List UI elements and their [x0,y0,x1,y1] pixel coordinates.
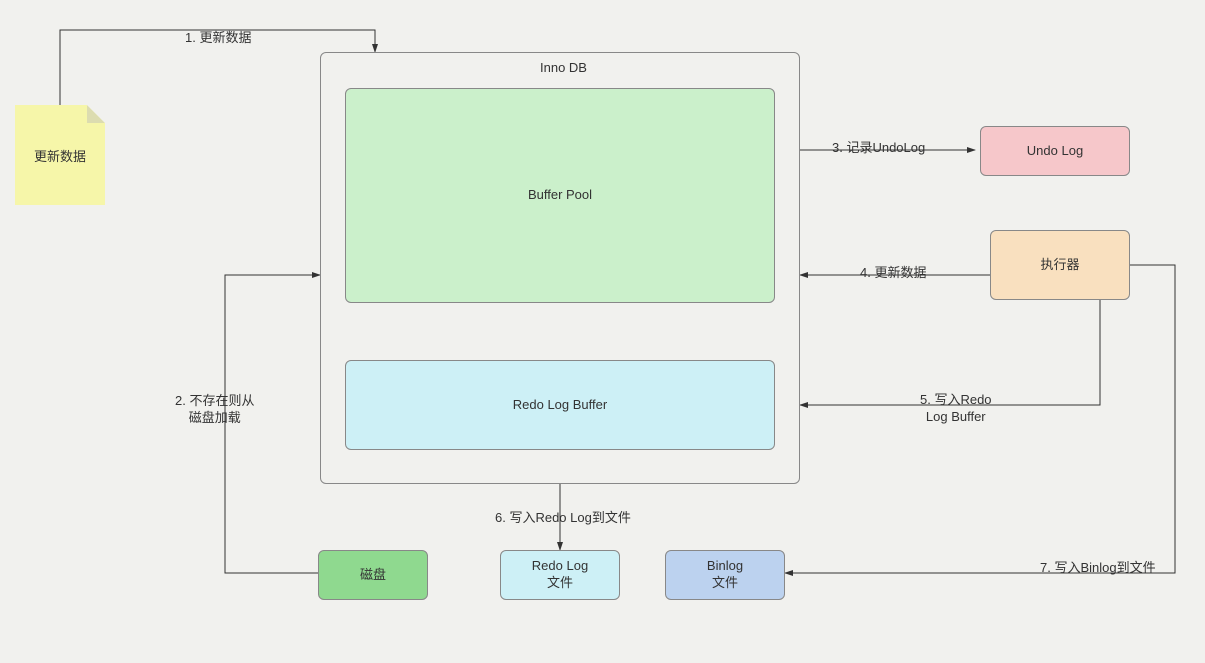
innodb-title: Inno DB [540,60,587,77]
redo-log-buffer-label: Redo Log Buffer [513,397,607,414]
buffer-pool-label: Buffer Pool [528,187,592,204]
label-edge-5: 5. 写入Redo Log Buffer [920,392,992,426]
undo-log-label: Undo Log [1027,143,1083,160]
edge-5 [800,300,1100,405]
undo-log: Undo Log [980,126,1130,176]
update-data-note-label: 更新数据 [34,146,86,165]
buffer-pool: Buffer Pool [345,88,775,303]
executor: 执行器 [990,230,1130,300]
redo-log-buffer: Redo Log Buffer [345,360,775,450]
executor-label: 执行器 [1040,257,1079,274]
redo-log-file: Redo Log 文件 [500,550,620,600]
label-edge-6: 6. 写入Redo Log到文件 [495,510,631,527]
binlog-file-label: Binlog 文件 [707,558,743,592]
update-data-note: 更新数据 [15,105,105,205]
label-edge-4: 4. 更新数据 [860,265,926,282]
label-edge-3: 3. 记录UndoLog [832,140,925,157]
binlog-file: Binlog 文件 [665,550,785,600]
disk-label: 磁盘 [360,567,386,584]
label-edge-2: 2. 不存在则从 磁盘加载 [175,393,254,427]
disk: 磁盘 [318,550,428,600]
label-edge-7: 7. 写入Binlog到文件 [1040,560,1156,577]
label-edge-1: 1. 更新数据 [185,30,251,47]
redo-log-file-label: Redo Log 文件 [532,558,588,592]
